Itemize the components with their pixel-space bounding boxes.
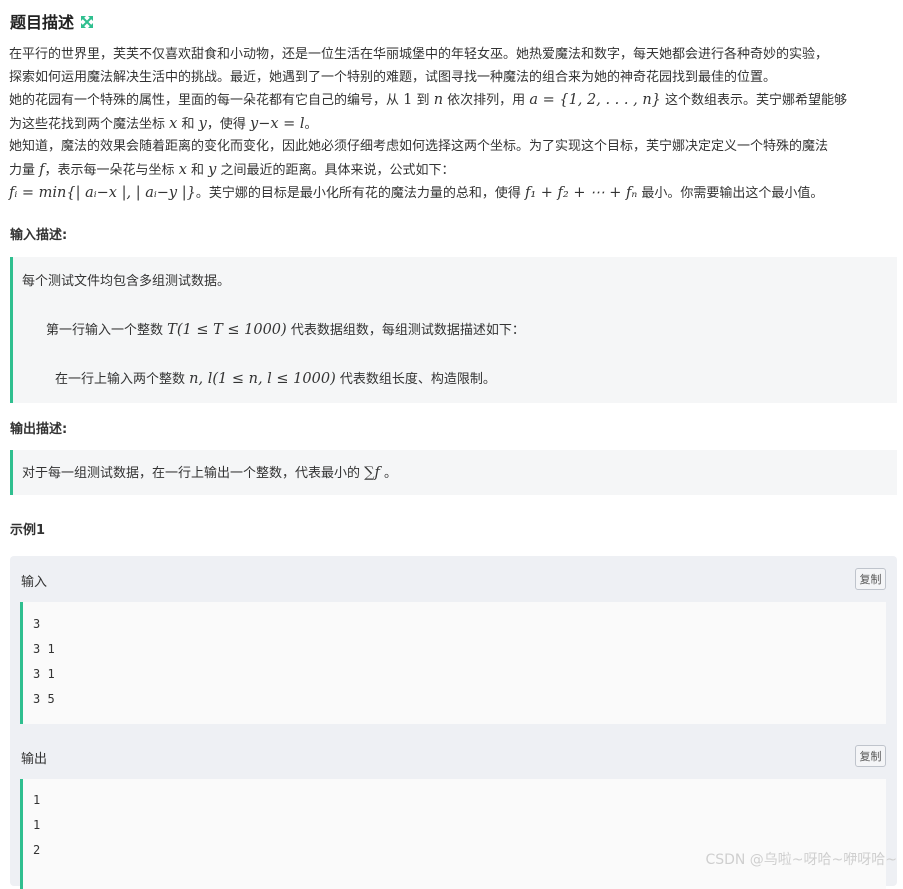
example-input-label: 输入 bbox=[21, 575, 48, 590]
copy-output-button[interactable]: 复制 bbox=[855, 745, 886, 767]
input-line-1: 每个测试文件均包含多组测试数据。 bbox=[22, 274, 231, 289]
desc-line-5: 她知道，魔法的效果会随着距离的变化而变化，因此她必须仔细考虑如何选择这两个坐标。… bbox=[9, 139, 829, 154]
expand-icon[interactable] bbox=[80, 14, 94, 28]
input-code-line: 3 bbox=[33, 617, 41, 631]
example-input-code: 3 3 1 3 1 3 5 bbox=[20, 602, 886, 724]
desc-line-3: 她的花园有一个特殊的属性，里面的每一朵花都有它自己的编号，从 1 到 n 依次排… bbox=[9, 92, 848, 108]
input-section-label: 输入描述: bbox=[10, 228, 68, 243]
input-code-line: 3 1 bbox=[33, 667, 55, 681]
input-code-line: 3 1 bbox=[33, 642, 55, 656]
example-output-label: 输出 bbox=[21, 752, 48, 767]
example-panel: 输入 复制 3 3 1 3 1 3 5 输出 复制 1 1 2 bbox=[10, 556, 897, 889]
output-code-line: 1 bbox=[33, 793, 41, 807]
title-row: 题目描述 bbox=[10, 9, 94, 33]
output-code-line: 2 bbox=[33, 843, 41, 857]
example-output-code: 1 1 2 bbox=[20, 779, 886, 889]
copy-input-button[interactable]: 复制 bbox=[855, 568, 886, 590]
desc-line-7: fᵢ = min{| aᵢ−x |, | aᵢ−y |}。芙宁娜的目标是最小化所… bbox=[9, 185, 824, 201]
output-line-1: 对于每一组测试数据，在一行上输出一个整数，代表最小的 ∑f 。 bbox=[22, 465, 398, 481]
input-line-2: 第一行输入一个整数 T(1 ≤ T ≤ 1000) 代表数据组数，每组测试数据描… bbox=[46, 322, 525, 338]
output-section-label: 输出描述: bbox=[10, 422, 68, 437]
input-description-block: 每个测试文件均包含多组测试数据。 第一行输入一个整数 T(1 ≤ T ≤ 100… bbox=[10, 257, 897, 403]
output-description-block: 对于每一组测试数据，在一行上输出一个整数，代表最小的 ∑f 。 bbox=[10, 450, 897, 495]
output-code-line: 1 bbox=[33, 818, 41, 832]
desc-line-6: 力量 f，表示每一朵花与坐标 x 和 y 之间最近的距离。具体来说，公式如下： bbox=[9, 161, 455, 178]
input-line-3: 在一行上输入两个整数 n, l(1 ≤ n, l ≤ 1000) 代表数组长度、… bbox=[55, 371, 496, 387]
problem-description: 在平行的世界里，芙芙不仅喜欢甜食和小动物，还是一位生活在华丽城堡中的年轻女巫。她… bbox=[9, 44, 893, 206]
desc-line-1: 在平行的世界里，芙芙不仅喜欢甜食和小动物，还是一位生活在华丽城堡中的年轻女巫。她… bbox=[9, 47, 829, 62]
watermark: CSDN @乌啦~呀哈~咿呀哈~ bbox=[705, 852, 897, 868]
input-code-line: 3 5 bbox=[33, 692, 55, 706]
desc-line-2: 探索如何运用魔法解决生活中的挑战。最近，她遇到了一个特别的难题，试图寻找一种魔法… bbox=[9, 69, 777, 85]
desc-line-4: 为这些花找到两个魔法坐标 x 和 y，使得 y−x = l。 bbox=[9, 115, 318, 132]
example-title: 示例1 bbox=[10, 523, 46, 538]
page-title: 题目描述 bbox=[10, 13, 75, 32]
